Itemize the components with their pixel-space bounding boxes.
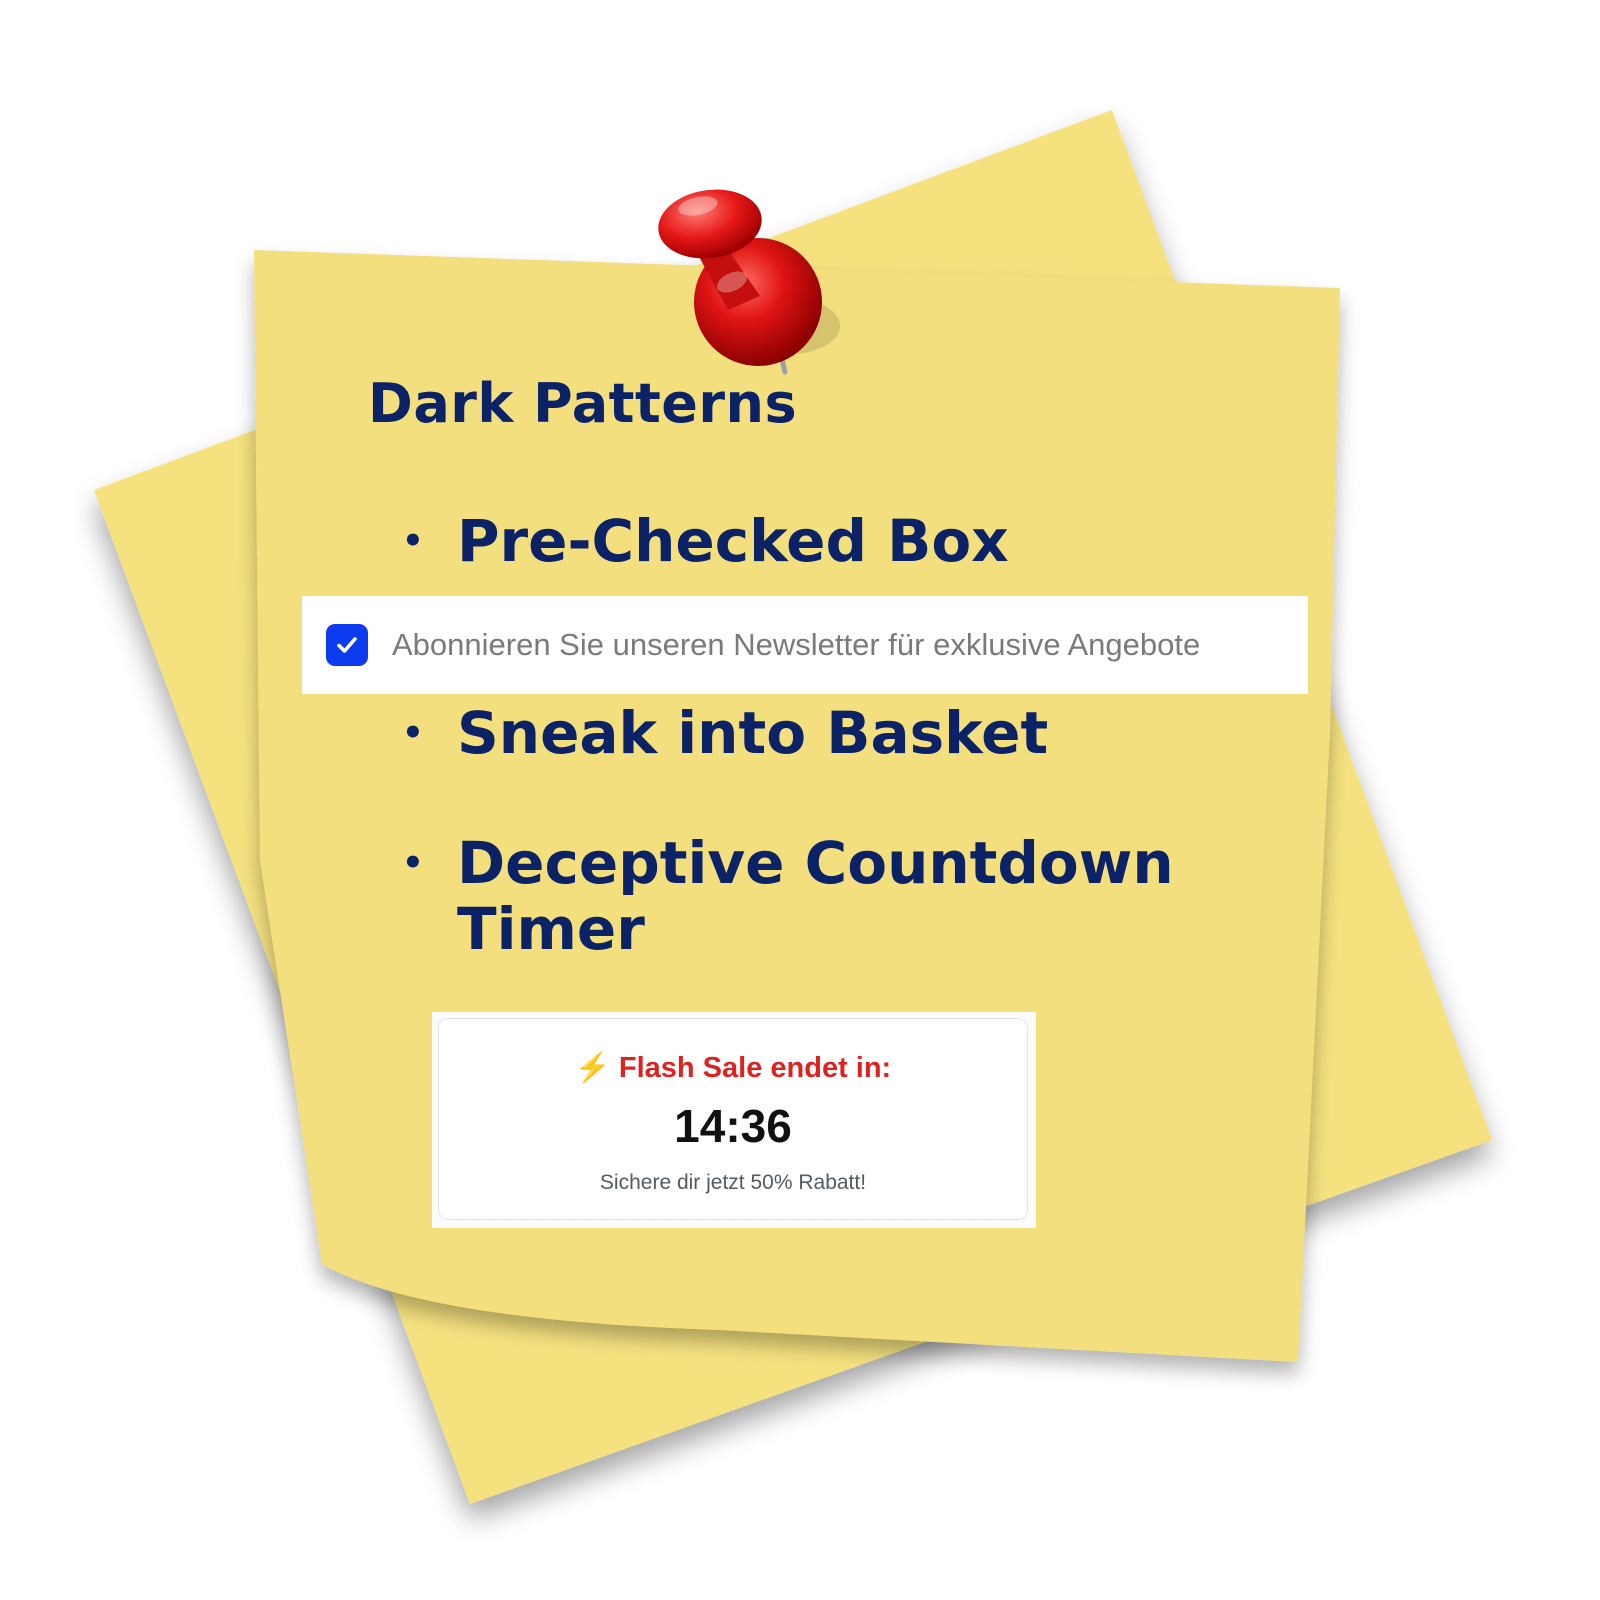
list-item-label: Pre-Checked Box xyxy=(457,507,1009,575)
flash-sale-frame: ⚡ Flash Sale endet in: 14:36 Sichere dir … xyxy=(432,1012,1036,1228)
newsletter-opt-in: Abonnieren Sie unseren Newsletter für ex… xyxy=(302,596,1308,694)
newsletter-checkbox[interactable] xyxy=(326,624,368,666)
list-item-sneak-into-basket: • Sneak into Basket xyxy=(402,700,1048,766)
list-item-deceptive-countdown-timer: • Deceptive Countdown Timer xyxy=(402,830,1174,962)
front-sticky-note xyxy=(254,189,1340,1362)
bullet-dot: • xyxy=(402,713,424,753)
sticky-note-scene: Dark Patterns • Pre-Checked Box Abonniere… xyxy=(0,0,1600,1600)
flash-sale-card: ⚡ Flash Sale endet in: 14:36 Sichere dir … xyxy=(438,1018,1028,1220)
list-item-label-line-2: Timer xyxy=(457,895,645,963)
bullet-dot: • xyxy=(402,843,424,883)
list-item-label: Deceptive Countdown Timer xyxy=(457,830,1174,962)
bullet-dot: • xyxy=(402,521,424,561)
flash-sale-heading-text: Flash Sale endet in: xyxy=(618,1052,892,1084)
flash-sale-heading: ⚡ Flash Sale endet in: xyxy=(439,1051,1027,1085)
list-item-label: Sneak into Basket xyxy=(457,699,1049,767)
countdown-timer: 14:36 xyxy=(674,1100,792,1152)
note-title: Dark Patterns xyxy=(368,372,798,435)
flash-sale-subtext: Sichere dir jetzt 50% Rabatt! xyxy=(599,1171,867,1194)
lightning-bolt-icon: ⚡ xyxy=(574,1052,611,1084)
list-item-label-line-1: Deceptive Countdown xyxy=(457,829,1174,897)
list-item-pre-checked-box: • Pre-Checked Box xyxy=(402,508,1009,574)
checkmark-icon xyxy=(337,637,357,653)
newsletter-label[interactable]: Abonnieren Sie unseren Newsletter für ex… xyxy=(392,627,1200,663)
